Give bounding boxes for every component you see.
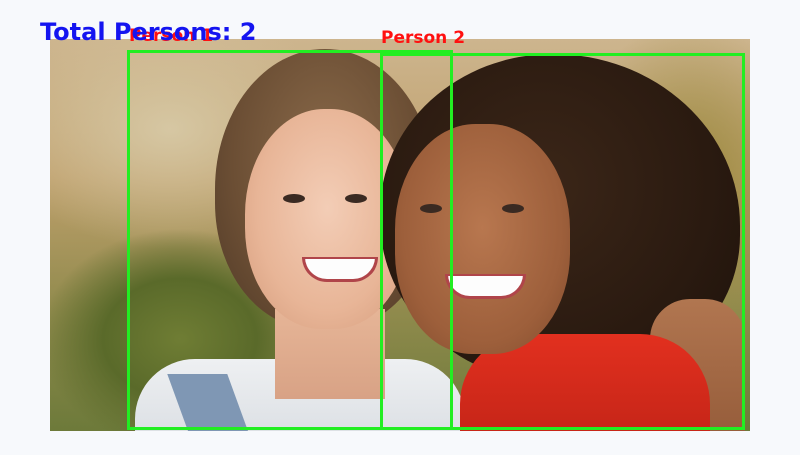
person-2-bounding-box [380,53,745,430]
total-persons-label: Total Persons: 2 [40,18,257,46]
detection-canvas: Person 1 Person 2 Total Persons: 2 [0,0,800,455]
person-2-label: Person 2 [381,28,466,48]
